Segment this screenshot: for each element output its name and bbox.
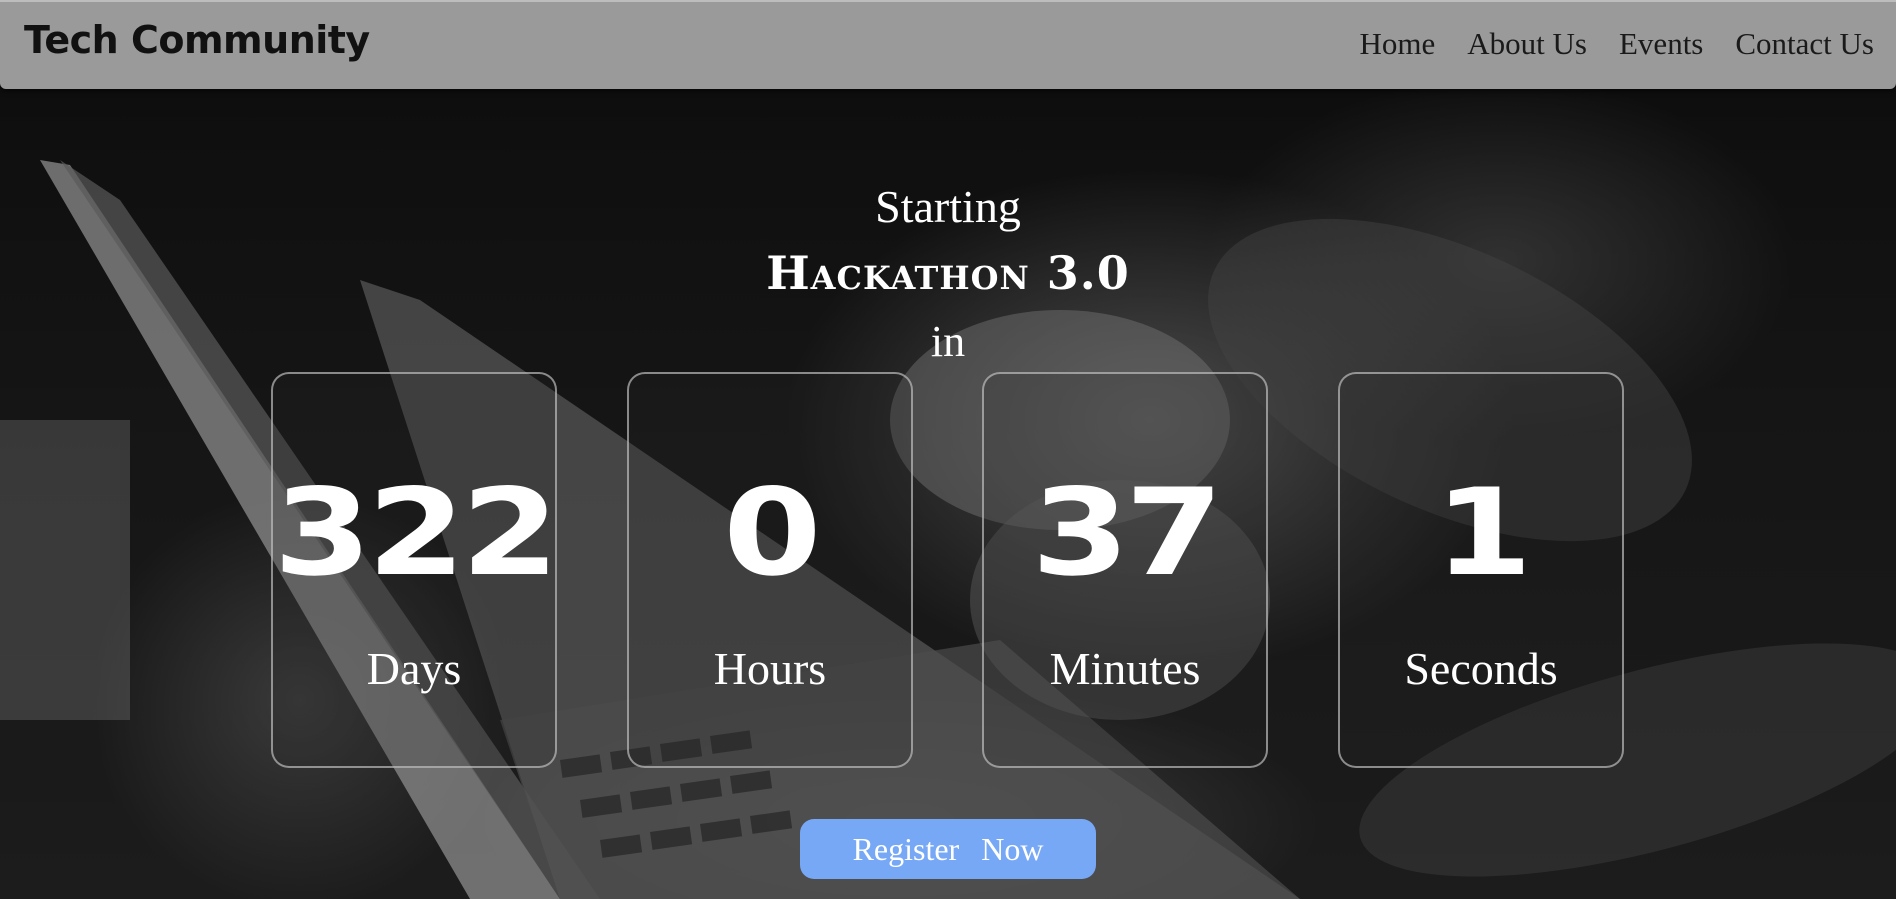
days-label: Days: [366, 643, 462, 694]
countdown-hours-card: 0 Hours: [627, 372, 913, 768]
event-title: Hackathon 3.0: [766, 246, 1130, 300]
nav-link-contact-us[interactable]: Contact Us: [1735, 26, 1874, 62]
starting-text: Starting: [875, 181, 1021, 232]
nav-link-events[interactable]: Events: [1619, 26, 1703, 62]
countdown-seconds-card: 1 Seconds: [1338, 372, 1624, 768]
nav-link-home[interactable]: Home: [1360, 26, 1436, 62]
hours-label: Hours: [713, 643, 827, 694]
hours-value: 0: [723, 464, 822, 603]
brand-logo[interactable]: Tech Community: [24, 18, 370, 62]
navbar: Tech Community Home About Us Events Cont…: [0, 0, 1896, 89]
nav-link-about-us[interactable]: About Us: [1467, 26, 1587, 62]
countdown-minutes-card: 37 Minutes: [982, 372, 1268, 768]
in-text: in: [930, 317, 966, 366]
minutes-label: Minutes: [1049, 643, 1201, 694]
days-value: 322: [273, 464, 559, 603]
minutes-value: 37: [1031, 464, 1223, 603]
seconds-label: Seconds: [1404, 643, 1558, 694]
seconds-value: 1: [1434, 464, 1533, 603]
register-now-button[interactable]: Register Now: [800, 819, 1096, 879]
countdown-days-card: 322 Days: [271, 372, 559, 768]
nav-links: Home About Us Events Contact Us: [1360, 26, 1874, 62]
